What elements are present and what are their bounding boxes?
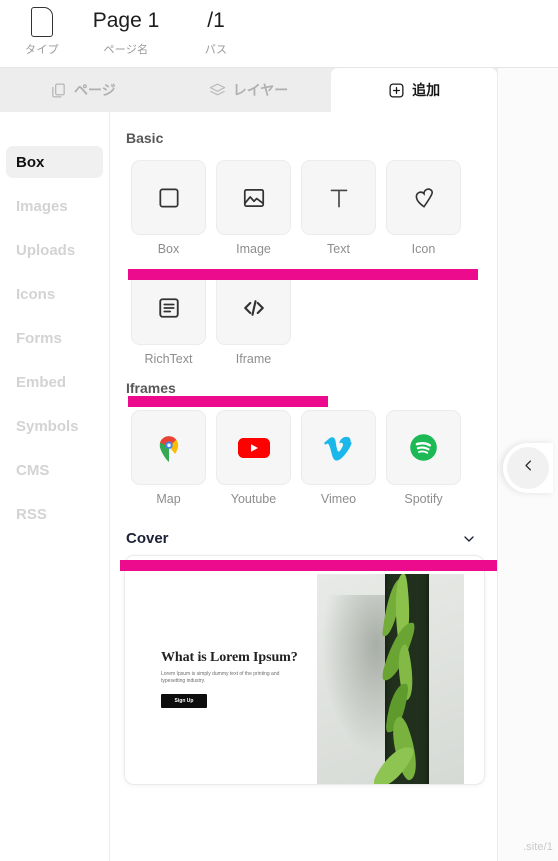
component-card-text[interactable]: Text [296,160,381,256]
component-card-box[interactable]: Box [126,160,211,256]
component-card-label: Map [156,492,181,506]
tab-layers[interactable]: レイヤー [166,68,332,112]
code-icon [216,270,291,345]
cover-preview-heading: What is Lorem Ipsum? [161,650,298,665]
iframes-grid: Map Youtube Vimeo Spotify [126,410,497,506]
component-card-image[interactable]: Image [211,160,296,256]
sidebar-item-label: CMS [16,461,50,479]
sidebar-item-label: Uploads [16,241,76,259]
component-card-label: Vimeo [320,492,357,506]
chevron-left-icon [521,458,536,478]
highlight-bar-basic-row1 [128,269,478,280]
heart-icon [386,160,461,235]
page-name-field[interactable]: Page 1 ページ名 [76,4,176,57]
cover-preview-photo [317,574,464,784]
cover-preview-paragraph: Lorem Ipsum is simply dummy text of the … [161,671,280,684]
page-header-bar: タイプ Page 1 ページ名 /1 パス [0,0,558,68]
component-card-label: Text [327,242,350,256]
add-panel: Box Images Uploads Icons Forms Embed Sym… [0,112,497,861]
sidebar-item-images[interactable]: Images [6,190,103,222]
component-card-label: Iframe [235,352,272,366]
section-title-cover[interactable]: Cover [126,530,497,547]
google-maps-pin-icon [131,410,206,485]
sidebar-item-forms[interactable]: Forms [6,322,103,354]
component-card-label: Image [236,242,271,256]
sidebar-item-label: Icons [16,285,56,303]
component-card-label: Spotify [404,492,443,506]
sidebar-item-uploads[interactable]: Uploads [6,234,103,266]
sidebar-item-label: Images [16,197,68,215]
tab-add-label: 追加 [412,82,441,98]
panel-tabstrip: ページ レイヤー 追加 [0,68,498,112]
page-path-value: /1 [207,9,225,32]
sidebar-item-box[interactable]: Box [6,146,103,178]
square-icon [131,160,206,235]
photo-shadow [317,595,391,763]
pages-icon [50,82,67,99]
page-path-field[interactable]: /1 パス [186,4,246,57]
sidebar-item-label: Box [16,153,45,171]
page-type-field[interactable]: タイプ [14,4,70,57]
basic-grid: Box Image Text Icon RichText Iframe [126,160,497,366]
text-t-icon [301,160,376,235]
component-card-label: RichText [144,352,193,366]
sidebar-item-icons[interactable]: Icons [6,278,103,310]
collapse-button-circle [507,447,549,489]
tab-pages[interactable]: ページ [0,68,166,112]
richtext-icon [131,270,206,345]
layers-icon [209,82,226,99]
tab-add[interactable]: 追加 [331,68,498,112]
highlight-bar-iframes-row [120,560,497,571]
sidebar-item-cms[interactable]: CMS [6,454,103,486]
panel-content: Basic Box Image Text Icon RichText Ifram… [110,112,497,861]
component-card-icon[interactable]: Icon [381,160,466,256]
component-card-richtext[interactable]: RichText [126,270,211,366]
cover-preview-text-column: What is Lorem Ipsum? Lorem Ipsum is simp… [145,574,317,784]
sidebar-item-label: Forms [16,329,62,347]
tab-layers-label: レイヤー [232,82,289,98]
sidebar-item-label: RSS [16,505,47,523]
category-sidebar: Box Images Uploads Icons Forms Embed Sym… [0,112,110,861]
panel-collapse-button[interactable] [503,443,553,493]
component-card-vimeo[interactable]: Vimeo [296,410,381,506]
component-card-map[interactable]: Map [126,410,211,506]
sidebar-item-embed[interactable]: Embed [6,366,103,398]
page-type-label: タイプ [25,44,59,56]
tab-pages-label: ページ [73,82,116,98]
sidebar-item-rss[interactable]: RSS [6,498,103,530]
section-title-iframes: Iframes [126,380,176,396]
sidebar-item-label: Symbols [16,417,79,435]
vimeo-icon [301,410,376,485]
cover-preview-inner: What is Lorem Ipsum? Lorem Ipsum is simp… [145,574,464,784]
sidebar-item-symbols[interactable]: Symbols [6,410,103,442]
youtube-icon [216,410,291,485]
canvas-url-text: .site/1 [522,841,553,853]
spotify-icon [386,410,461,485]
component-card-iframe[interactable]: Iframe [211,270,296,366]
chevron-down-icon[interactable] [461,531,477,547]
section-cover-label: Cover [126,530,169,547]
page-name-label: ページ名 [103,44,149,56]
component-card-youtube[interactable]: Youtube [211,410,296,506]
section-title-basic: Basic [126,130,164,146]
page-name-value: Page 1 [92,9,160,32]
plus-square-icon [388,82,405,99]
highlight-bar-basic-row2 [128,396,328,407]
page-document-icon [31,4,53,38]
sidebar-item-label: Embed [16,373,67,391]
image-icon [216,160,291,235]
cover-preview-signup-button: Sign Up [161,694,207,708]
page-path-label: パス [204,44,228,56]
cover-template-preview[interactable]: What is Lorem Ipsum? Lorem Ipsum is simp… [124,555,485,785]
component-card-label: Youtube [230,492,277,506]
component-card-label: Icon [411,242,436,256]
component-card-spotify[interactable]: Spotify [381,410,466,506]
component-card-label: Box [157,242,180,256]
